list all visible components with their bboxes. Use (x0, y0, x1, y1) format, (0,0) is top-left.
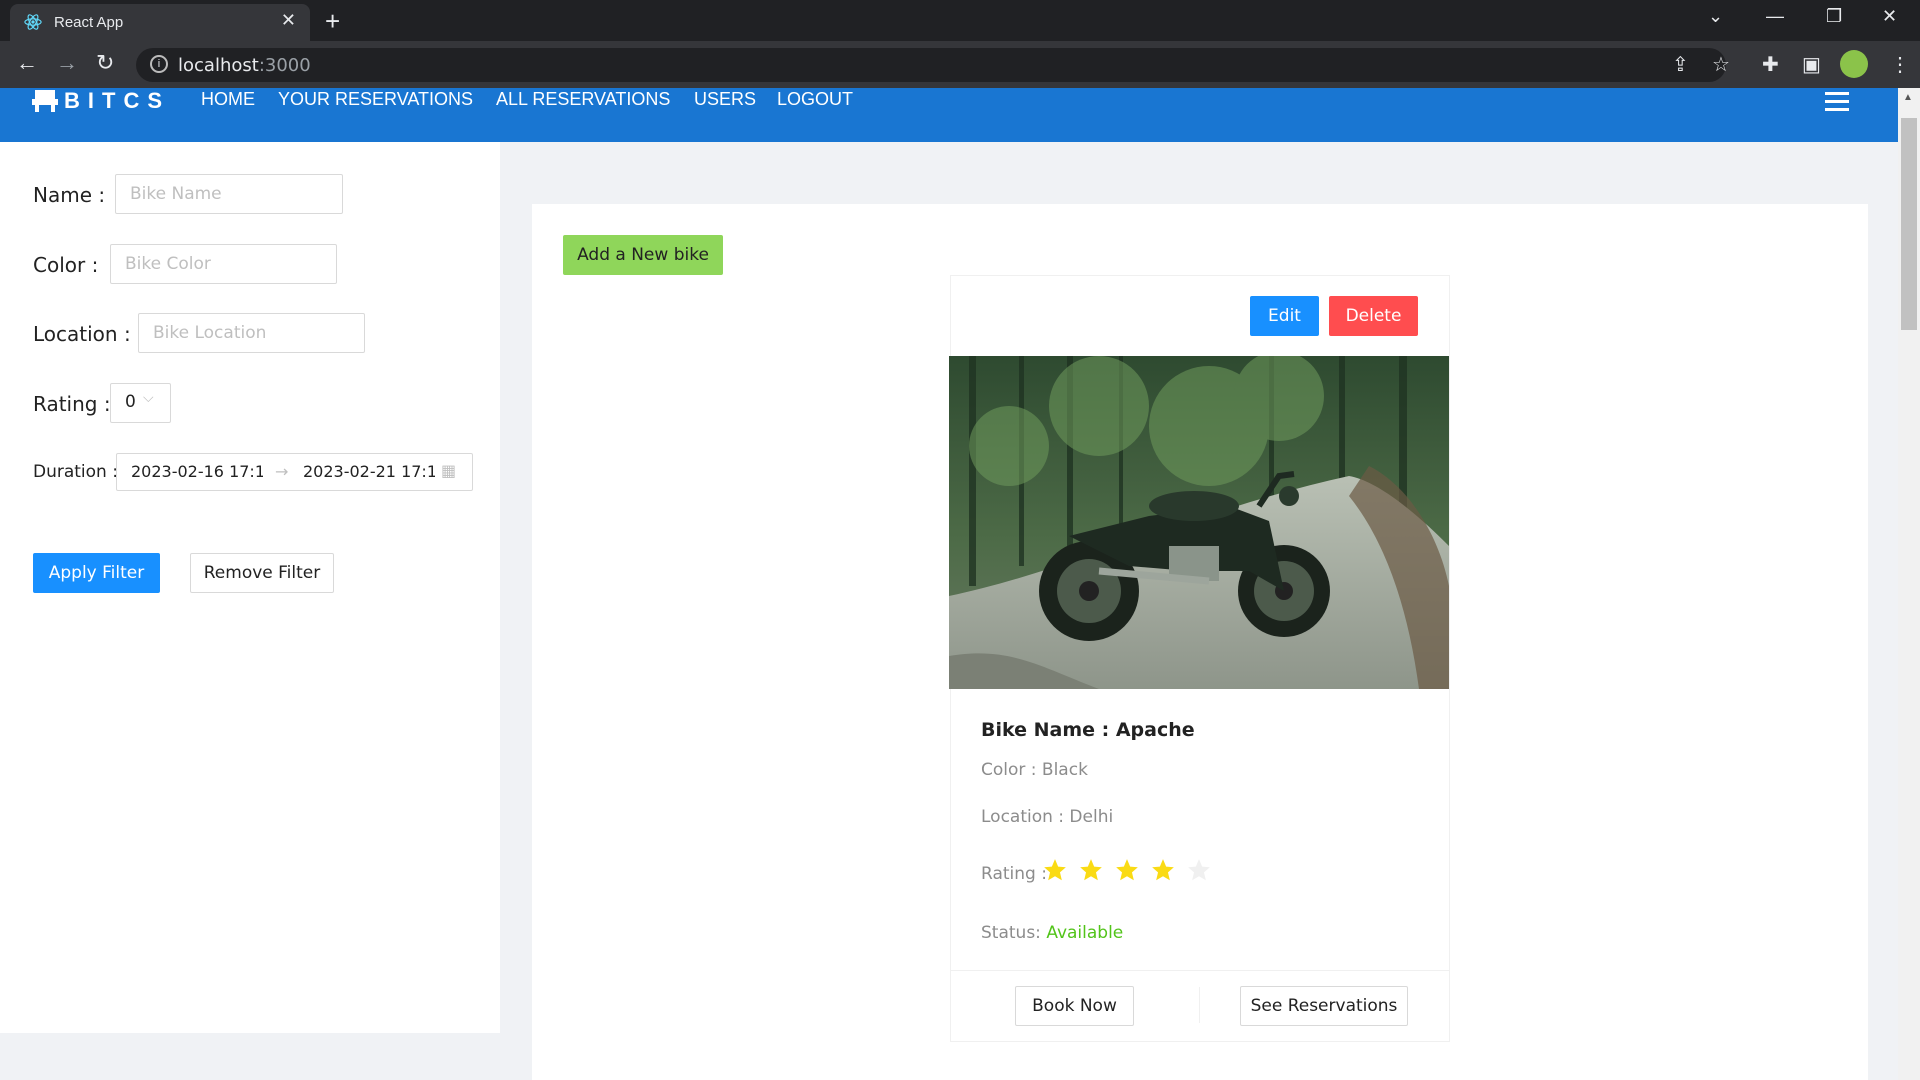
duration-label: Duration : (33, 462, 118, 482)
range-arrow-icon: → (275, 462, 289, 481)
star-icon[interactable] (1114, 857, 1140, 883)
close-tab-icon[interactable]: ✕ (281, 10, 296, 31)
bike-image (949, 356, 1449, 689)
bike-location: Location : Delhi (981, 807, 1114, 827)
card-actions-divider (950, 970, 1450, 971)
star-icon[interactable] (1042, 857, 1068, 883)
status-label: Status: (981, 923, 1041, 943)
star-icon[interactable] (1078, 857, 1104, 883)
bike-color: Color : Black (981, 760, 1088, 780)
name-input[interactable] (115, 174, 343, 214)
name-label: Name : (33, 183, 106, 207)
seat-icon (32, 90, 58, 112)
nav-your-reservations[interactable]: YOUR RESERVATIONS (278, 89, 473, 110)
brand-logo[interactable]: BITCS (32, 88, 170, 114)
location-input[interactable] (138, 313, 365, 353)
share-icon[interactable]: ⇪ (1672, 52, 1689, 77)
browser-menu-icon[interactable]: ⋮ (1890, 52, 1910, 77)
side-panel-icon[interactable]: ▣ (1802, 52, 1821, 77)
end-date[interactable]: 2023-02-21 17:1с (303, 462, 435, 481)
nav-all-reservations[interactable]: ALL RESERVATIONS (496, 89, 670, 110)
nav-home[interactable]: HOME (201, 89, 255, 110)
hamburger-menu-icon[interactable] (1825, 92, 1849, 116)
bookmark-star-icon[interactable]: ☆ (1712, 52, 1730, 77)
scrollbar-thumb[interactable] (1901, 118, 1917, 330)
new-tab-icon[interactable]: + (325, 6, 340, 37)
bike-name: Bike Name : Apache (981, 719, 1195, 741)
duration-range-picker[interactable]: 2023-02-16 17:1с → 2023-02-21 17:1с ▦ (116, 453, 473, 491)
browser-tab[interactable]: React App ✕ (10, 4, 310, 41)
rating-select[interactable]: 0 ⌵ (110, 383, 171, 423)
brand-name: BITCS (64, 88, 170, 113)
nav-users[interactable]: USERS (694, 89, 756, 110)
minimize-icon[interactable]: — (1766, 6, 1784, 27)
address-bar[interactable]: i localhost:3000 (136, 48, 1726, 82)
react-icon (24, 13, 42, 36)
see-reservations-button[interactable]: See Reservations (1240, 986, 1408, 1026)
color-label: Color : (33, 253, 99, 277)
book-now-button[interactable]: Book Now (1015, 986, 1134, 1026)
calendar-icon: ▦ (441, 461, 457, 480)
restore-icon[interactable]: ❐ (1826, 6, 1842, 27)
bike-status: Status: Available (981, 923, 1123, 943)
star-icon[interactable] (1150, 857, 1176, 883)
rating-label: Rating : (33, 392, 111, 416)
color-input[interactable] (110, 244, 337, 284)
nav-logout[interactable]: LOGOUT (777, 89, 853, 110)
url-text: localhost:3000 (178, 55, 311, 76)
back-icon[interactable]: ← (16, 50, 38, 76)
forward-icon[interactable]: → (56, 50, 78, 76)
close-window-icon[interactable]: ✕ (1882, 6, 1897, 27)
location-label: Location : (33, 322, 131, 346)
scroll-up-icon[interactable]: ▲ (1903, 92, 1913, 103)
tab-search-icon[interactable]: ⌄ (1708, 6, 1723, 27)
tab-title: React App (54, 14, 124, 31)
bike-rating-label: Rating : (981, 864, 1047, 884)
add-new-bike-button[interactable]: Add a New bike (563, 235, 723, 275)
extensions-icon[interactable]: ✚ (1762, 52, 1779, 77)
profile-avatar[interactable] (1840, 50, 1868, 78)
remove-filter-button[interactable]: Remove Filter (190, 553, 334, 593)
site-info-icon[interactable]: i (150, 55, 168, 73)
apply-filter-button[interactable]: Apply Filter (33, 553, 160, 593)
card-actions-separator (1199, 987, 1200, 1023)
rating-select-value: 0 (125, 392, 136, 412)
bike-rating-stars[interactable] (1042, 857, 1212, 883)
status-value: Available (1046, 923, 1124, 943)
delete-button[interactable]: Delete (1329, 296, 1418, 336)
chevron-down-icon: ⌵ (143, 390, 154, 406)
star-icon[interactable] (1186, 857, 1212, 883)
reload-icon[interactable]: ↻ (96, 50, 114, 76)
start-date[interactable]: 2023-02-16 17:1с (131, 462, 263, 481)
edit-button[interactable]: Edit (1250, 296, 1319, 336)
